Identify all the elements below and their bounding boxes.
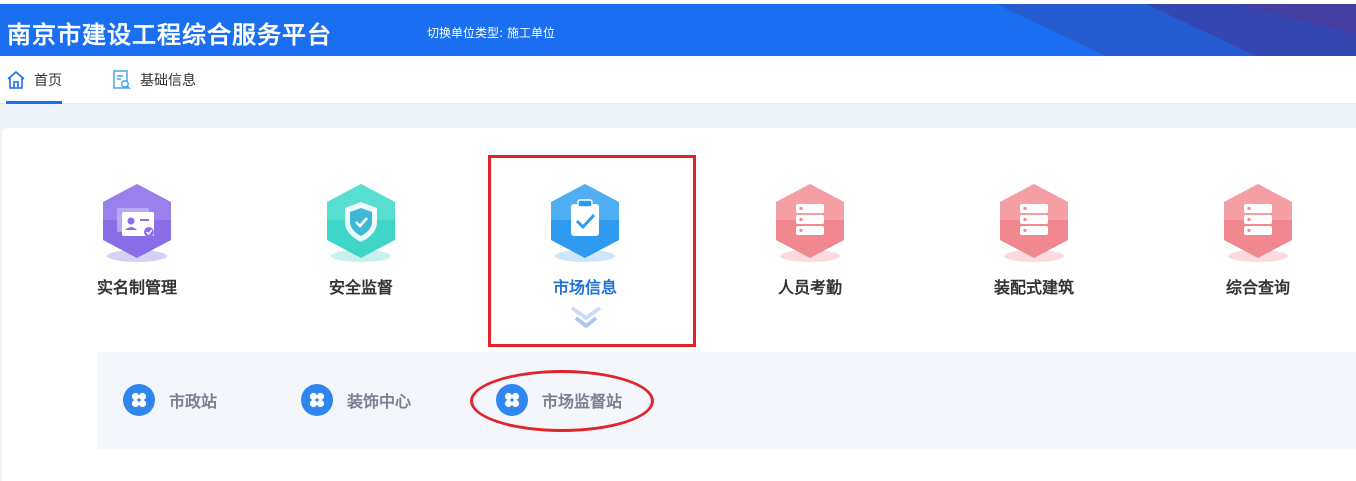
module-market-info-label: 市场信息 bbox=[552, 278, 617, 297]
server-stack-icon bbox=[1000, 184, 1068, 262]
module-market-info[interactable]: 市场信息 bbox=[515, 180, 655, 298]
module-safety[interactable]: 安全监督 bbox=[291, 180, 431, 298]
tab-home-label: 首页 bbox=[34, 73, 62, 89]
id-card-icon bbox=[103, 184, 171, 262]
module-prefab-building-label: 装配式建筑 bbox=[993, 278, 1074, 297]
module-general-query-label: 综合查询 bbox=[1225, 278, 1290, 297]
unit-type-value[interactable]: 施工单位 bbox=[507, 26, 555, 40]
server-stack-icon bbox=[1224, 184, 1292, 262]
document-search-icon bbox=[113, 70, 131, 90]
tab-basic-info-label: 基础信息 bbox=[140, 73, 196, 89]
submenu-panel bbox=[97, 352, 1356, 450]
unit-type-label: 切换单位类型: bbox=[427, 26, 504, 40]
submenu-item-market-supervision-station[interactable]: 市场监督站 bbox=[496, 382, 622, 418]
tab-home[interactable]: 首页 bbox=[6, 56, 62, 104]
module-general-query[interactable]: 综合查询 bbox=[1188, 180, 1328, 298]
clover-icon bbox=[496, 384, 528, 416]
shield-icon bbox=[327, 184, 395, 262]
submenu-item-decoration-center[interactable]: 装饰中心 bbox=[301, 382, 411, 418]
clipboard-check-icon bbox=[551, 184, 619, 262]
app-title: 南京市建设工程综合服务平台 bbox=[7, 21, 332, 49]
module-real-name[interactable]: 实名制管理 bbox=[67, 180, 207, 298]
clover-icon bbox=[123, 384, 155, 416]
header-decoration bbox=[996, 4, 1356, 56]
module-attendance[interactable]: 人员考勤 bbox=[740, 180, 880, 298]
chevron-down-icon bbox=[570, 306, 602, 328]
tab-basic-info[interactable]: 基础信息 bbox=[112, 56, 196, 104]
module-prefab-building[interactable]: 装配式建筑 bbox=[964, 180, 1104, 298]
submenu-item-label: 市政站 bbox=[169, 392, 218, 411]
submenu-item-label: 市场监督站 bbox=[542, 392, 623, 411]
module-safety-label: 安全监督 bbox=[328, 278, 393, 297]
module-real-name-label: 实名制管理 bbox=[96, 278, 177, 297]
tab-bar: 首页 基础信息 bbox=[0, 56, 1356, 104]
home-icon bbox=[7, 71, 25, 89]
module-attendance-label: 人员考勤 bbox=[777, 278, 842, 297]
submenu-item-label: 装饰中心 bbox=[347, 392, 412, 411]
clover-icon bbox=[301, 384, 333, 416]
top-header: 南京市建设工程综合服务平台 切换单位类型: 施工单位 bbox=[0, 4, 1356, 56]
server-stack-icon bbox=[776, 184, 844, 262]
unit-type-switch[interactable]: 切换单位类型: 施工单位 bbox=[427, 24, 555, 41]
submenu-item-municipal-station[interactable]: 市政站 bbox=[123, 382, 217, 418]
